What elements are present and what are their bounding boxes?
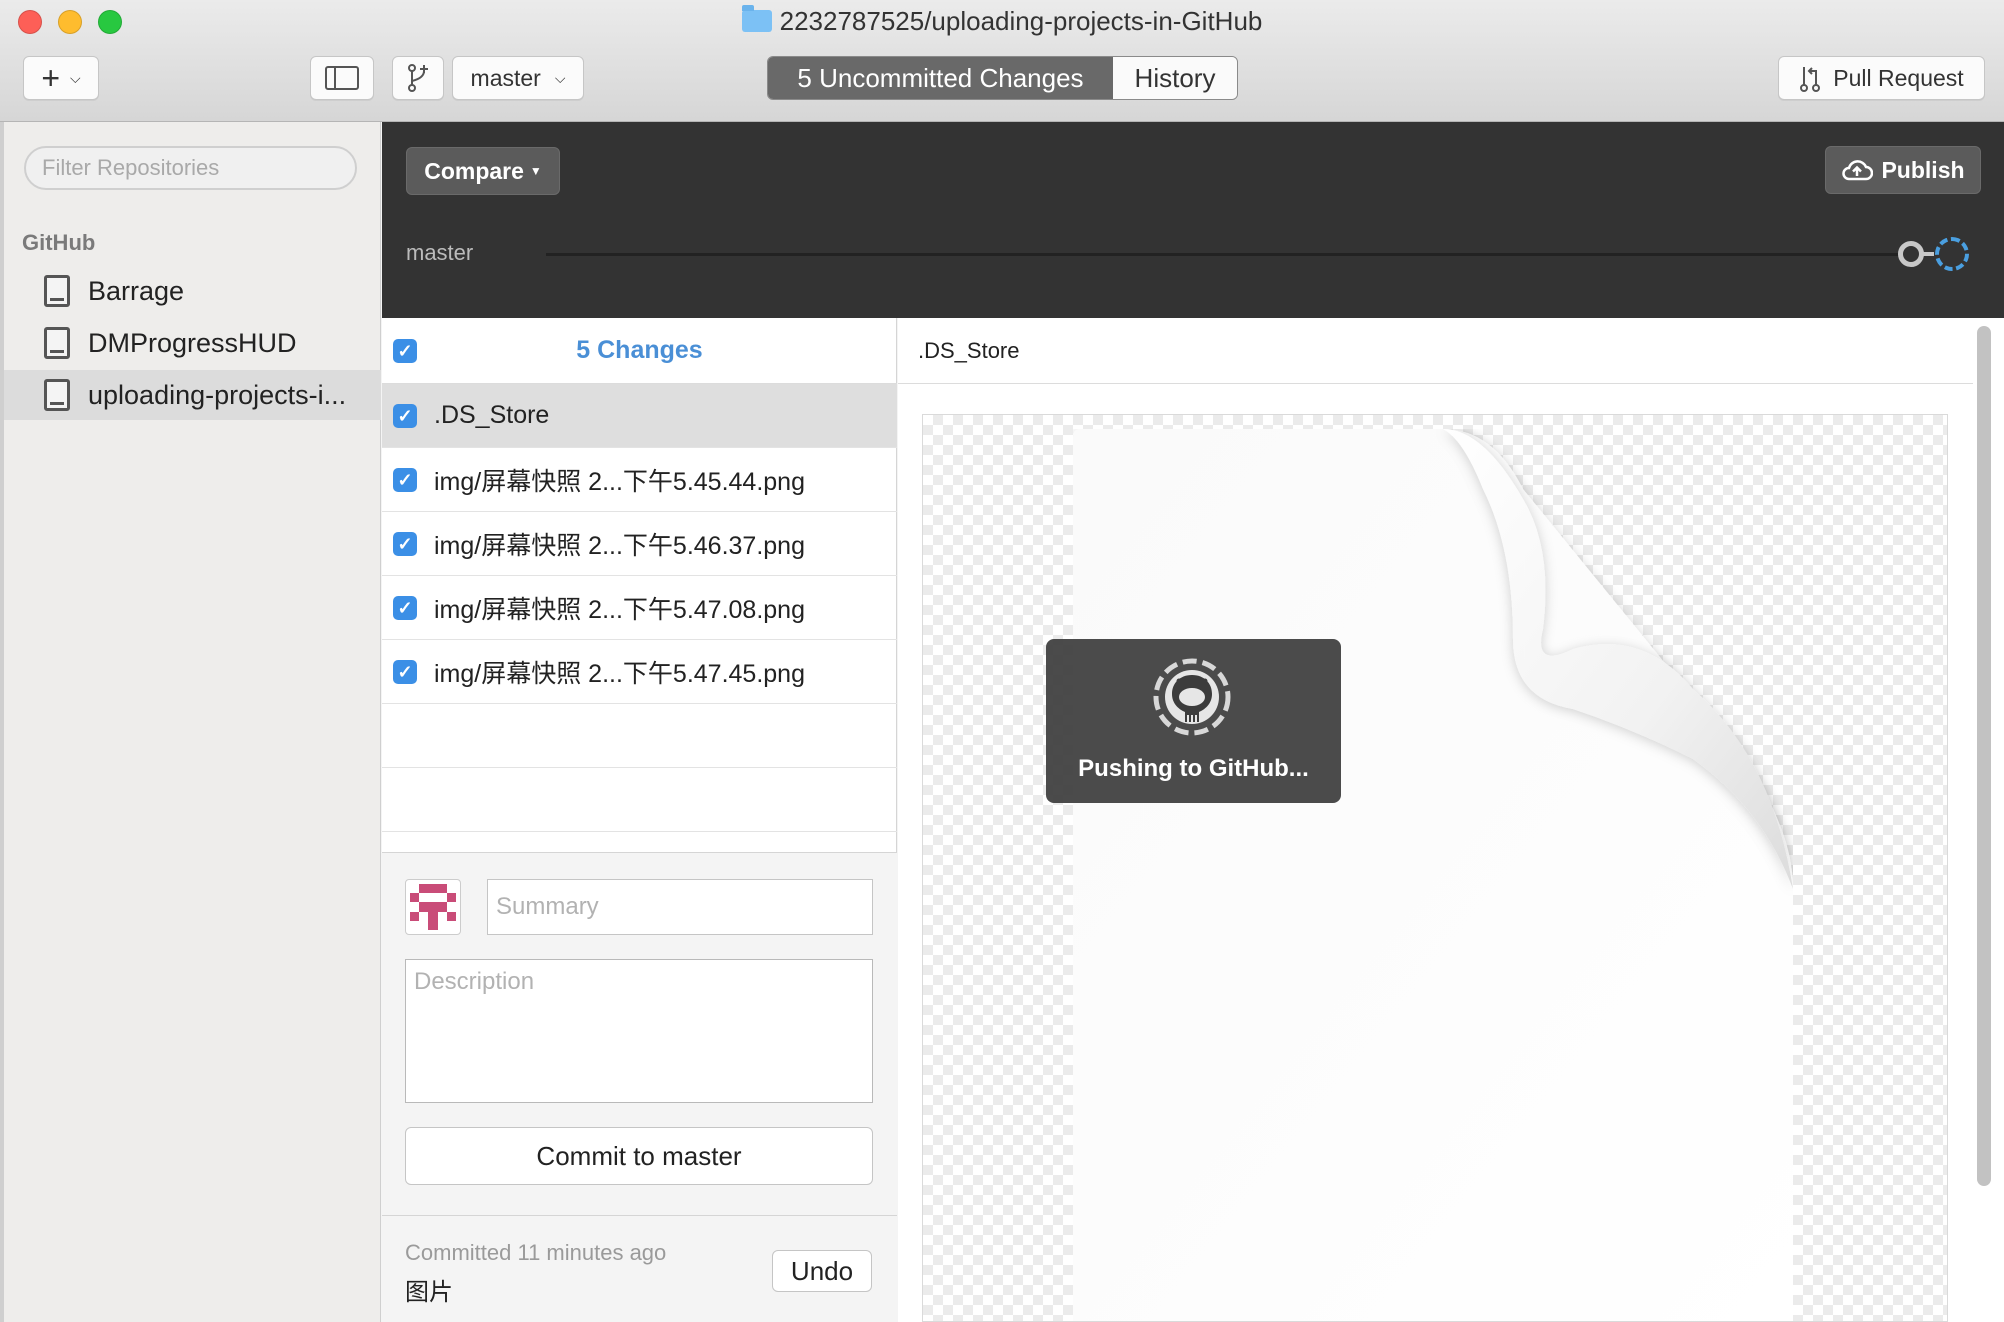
sidebar-item-dmprogresshud[interactable]: DMProgressHUD: [0, 318, 381, 368]
compare-label: Compare: [424, 157, 524, 184]
window-left-edge: [0, 122, 4, 1322]
empty-row: [382, 768, 897, 832]
diff-panel: .DS_Store: [898, 318, 2004, 1322]
sidebar-icon: [325, 66, 359, 90]
file-checkbox[interactable]: ✓: [393, 404, 417, 428]
tab-uncommitted-changes[interactable]: 5 Uncommitted Changes: [768, 57, 1113, 99]
file-row[interactable]: ✓ img/屏幕快照 2...下午5.46.37.png: [382, 512, 897, 576]
filter-repositories-input[interactable]: Filter Repositories: [24, 146, 357, 190]
window-title: 2232787525/uploading-projects-in-GitHub: [0, 5, 2004, 37]
commit-button[interactable]: Commit to master: [405, 1127, 873, 1185]
last-commit-message: 图片: [405, 1279, 453, 1306]
file-name: img/屏幕快照 2...下午5.45.44.png: [434, 467, 805, 496]
folder-icon: [741, 5, 772, 32]
cloud-upload-icon: [1841, 159, 1874, 181]
file-preview: [922, 414, 1948, 1322]
branch-icon: [408, 64, 428, 92]
file-name: img/屏幕快照 2...下午5.47.08.png: [434, 595, 805, 624]
compare-button[interactable]: Compare ▼: [406, 147, 560, 195]
toggle-sidebar-button[interactable]: [310, 56, 374, 100]
file-row[interactable]: ✓ img/屏幕快照 2...下午5.47.45.png: [382, 640, 897, 704]
add-repository-button[interactable]: + ⌵: [23, 56, 99, 100]
sidebar-section-github: GitHub: [22, 230, 96, 255]
chevron-down-icon: ⌵: [554, 69, 566, 86]
hud-message: Pushing to GitHub...: [1078, 755, 1309, 782]
branch-header: Compare ▼ Publish master: [382, 122, 2004, 318]
pushing-progress-hud: Pushing to GitHub...: [1046, 639, 1341, 803]
window-title-text: 2232787525/uploading-projects-in-GitHub: [779, 6, 1263, 36]
tab-history[interactable]: History: [1113, 57, 1237, 99]
uncommitted-node[interactable]: [1935, 237, 1969, 271]
plus-icon: +: [41, 60, 61, 96]
file-checkbox[interactable]: ✓: [393, 660, 417, 684]
repository-icon: [44, 327, 70, 359]
toolbar: 2232787525/uploading-projects-in-GitHub …: [0, 0, 2004, 122]
caret-down-icon: ▼: [529, 164, 542, 178]
sidebar-item-barrage[interactable]: Barrage: [0, 266, 381, 316]
chevron-down-icon: ⌵: [70, 69, 81, 86]
branch-label: master: [406, 240, 474, 265]
repo-name: DMProgressHUD: [88, 327, 297, 358]
file-checkbox[interactable]: ✓: [393, 596, 417, 620]
publish-label: Publish: [1881, 156, 1965, 183]
undo-button[interactable]: Undo: [772, 1250, 872, 1292]
github-octocat-icon: [1153, 658, 1231, 736]
commit-form: Summary Description Commit to master Com…: [382, 852, 897, 1322]
pull-request-label: Pull Request: [1833, 64, 1964, 91]
commit-timeline: [546, 253, 1930, 256]
description-input[interactable]: Description: [405, 959, 873, 1103]
view-switcher: 5 Uncommitted Changes History: [767, 56, 1238, 100]
repository-icon: [44, 275, 70, 307]
avatar: [405, 879, 461, 935]
file-row[interactable]: ✓ img/屏幕快照 2...下午5.47.08.png: [382, 576, 897, 640]
pull-request-button[interactable]: Pull Request: [1778, 56, 1985, 100]
last-commit-time: Committed 11 minutes ago: [405, 1240, 667, 1265]
file-checkbox[interactable]: ✓: [393, 468, 417, 492]
repository-icon: [44, 379, 70, 411]
app-window: 2232787525/uploading-projects-in-GitHub …: [0, 0, 2004, 1322]
file-name: .DS_Store: [434, 401, 550, 429]
new-branch-button[interactable]: [392, 56, 444, 100]
repo-name: uploading-projects-i...: [88, 379, 347, 410]
file-row[interactable]: ✓ .DS_Store: [382, 384, 897, 448]
file-checkbox[interactable]: ✓: [393, 532, 417, 556]
changes-panel: ✓ 5 Changes ✓ .DS_Store ✓ img/屏幕快照 2...下…: [382, 318, 897, 1322]
file-name: img/屏幕快照 2...下午5.46.37.png: [434, 531, 805, 560]
document-icon: [1073, 429, 1793, 1321]
repo-name: Barrage: [88, 275, 185, 306]
changes-header: ✓ 5 Changes: [382, 318, 897, 384]
summary-input[interactable]: Summary: [487, 879, 873, 935]
commit-node[interactable]: [1898, 241, 1924, 267]
branch-selector-label: master: [470, 64, 541, 91]
sidebar-item-uploading-projects[interactable]: uploading-projects-i...: [0, 370, 381, 420]
file-name: img/屏幕快照 2...下午5.47.45.png: [434, 659, 805, 688]
file-row[interactable]: ✓ img/屏幕快照 2...下午5.45.44.png: [382, 448, 897, 512]
last-commit-panel: Committed 11 minutes ago 图片 Undo: [382, 1215, 897, 1322]
branch-selector[interactable]: master ⌵: [452, 56, 584, 100]
vertical-scrollbar[interactable]: [1977, 326, 1991, 1186]
publish-button[interactable]: Publish: [1825, 146, 1981, 194]
empty-row: [382, 704, 897, 768]
diff-filename: .DS_Store: [898, 318, 1973, 384]
pull-request-icon: [1800, 67, 1821, 92]
timeline-connector: [1922, 252, 1934, 256]
changes-count: 5 Changes: [576, 336, 703, 364]
repository-sidebar: Filter Repositories GitHub Barrage DMPro…: [0, 122, 381, 1322]
